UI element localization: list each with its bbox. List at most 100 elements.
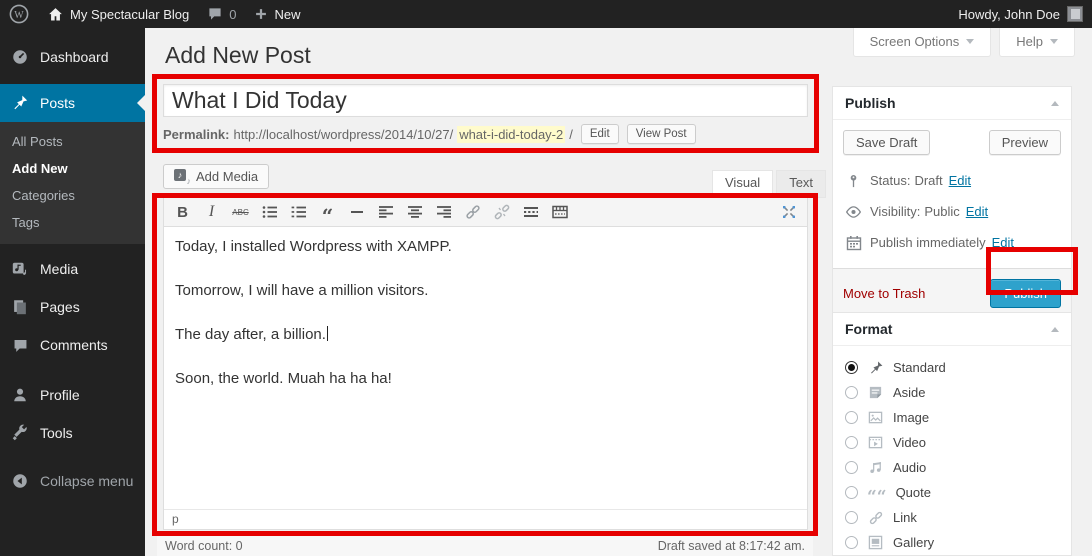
user-avatar[interactable] <box>1067 6 1083 22</box>
tab-text[interactable]: Text <box>776 170 826 198</box>
format-label[interactable]: Link <box>893 510 917 525</box>
radio-checked[interactable] <box>845 361 858 374</box>
align-left-button[interactable] <box>373 201 398 224</box>
move-to-trash-link[interactable]: Move to Trash <box>843 286 925 301</box>
insert-link-button[interactable] <box>460 201 485 224</box>
radio-unchecked[interactable] <box>845 461 858 474</box>
sidebar-item-add-new[interactable]: Add New <box>0 155 145 182</box>
eye-icon <box>845 203 862 220</box>
sidebar-item-dashboard[interactable]: Dashboard <box>0 38 145 76</box>
howdy-text[interactable]: Howdy, John Doe <box>958 7 1060 22</box>
radio-unchecked[interactable] <box>845 411 858 424</box>
format-option-standard[interactable]: Standard <box>845 355 1059 380</box>
edit-visibility-link[interactable]: Edit <box>966 204 988 219</box>
format-label[interactable]: Quote <box>896 485 931 500</box>
format-panel-header[interactable]: Format <box>833 313 1071 346</box>
bold-button[interactable]: B <box>170 201 195 224</box>
sidebar-item-label: Profile <box>40 387 80 403</box>
sidebar-item-profile[interactable]: Profile <box>0 376 145 414</box>
horizontal-rule-button[interactable] <box>344 201 369 224</box>
sidebar-item-tools[interactable]: Tools <box>0 414 145 452</box>
publish-actions-footer: Move to Trash Publish <box>833 268 1071 318</box>
strikethrough-button[interactable]: ABC <box>228 201 253 224</box>
site-name-menu[interactable]: My Spectacular Blog <box>38 0 198 28</box>
format-option-gallery[interactable]: Gallery <box>845 530 1059 555</box>
toolbar-toggle-button[interactable] <box>547 201 572 224</box>
sidebar-item-categories[interactable]: Categories <box>0 182 145 209</box>
post-title-input[interactable] <box>163 84 808 117</box>
home-icon <box>47 6 64 23</box>
editor-content-area[interactable]: Today, I installed Wordpress with XAMPP.… <box>164 227 807 509</box>
pages-icon <box>10 297 30 317</box>
format-option-audio[interactable]: Audio <box>845 455 1059 480</box>
radio-unchecked[interactable] <box>845 386 858 399</box>
save-draft-button[interactable]: Save Draft <box>843 130 930 155</box>
sidebar-item-label: Comments <box>40 337 108 353</box>
format-label[interactable]: Standard <box>893 360 946 375</box>
permalink-edit-button[interactable]: Edit <box>581 124 619 144</box>
screen-options-tab[interactable]: Screen Options <box>853 28 992 57</box>
video-icon <box>867 434 884 451</box>
format-label[interactable]: Video <box>893 435 926 450</box>
format-label[interactable]: Audio <box>893 460 926 475</box>
align-center-button[interactable] <box>402 201 427 224</box>
view-post-button[interactable]: View Post <box>627 124 696 144</box>
media-icon <box>10 259 30 279</box>
bulleted-list-button[interactable] <box>257 201 282 224</box>
status-row: Status: Draft Edit <box>843 165 1061 196</box>
italic-button[interactable]: I <box>199 201 224 224</box>
collapse-menu-button[interactable]: Collapse menu <box>0 462 145 500</box>
aside-note-icon <box>867 384 884 401</box>
numbered-list-button[interactable] <box>286 201 311 224</box>
screen-meta-links: Screen Options Help <box>853 28 1075 57</box>
word-count: Word count: 0 <box>165 539 243 553</box>
radio-unchecked[interactable] <box>845 486 858 499</box>
format-option-image[interactable]: Image <box>845 405 1059 430</box>
sidebar-item-pages[interactable]: Pages <box>0 288 145 326</box>
blockquote-button[interactable]: “ <box>315 201 340 224</box>
sidebar-item-all-posts[interactable]: All Posts <box>0 128 145 155</box>
sidebar-item-posts[interactable]: Posts <box>0 84 145 122</box>
format-label[interactable]: Aside <box>893 385 926 400</box>
pushpin-icon <box>10 93 30 113</box>
wordpress-logo[interactable]: W <box>0 0 38 28</box>
radio-unchecked[interactable] <box>845 536 858 549</box>
sidebar-item-tags[interactable]: Tags <box>0 209 145 236</box>
panel-toggle-icon[interactable] <box>1051 101 1059 106</box>
distraction-free-button[interactable] <box>776 201 801 224</box>
publish-button[interactable]: Publish <box>990 279 1061 308</box>
format-label[interactable]: Image <box>893 410 929 425</box>
format-option-quote[interactable]: ““ Quote <box>845 480 1059 505</box>
format-label[interactable]: Gallery <box>893 535 934 550</box>
radio-unchecked[interactable] <box>845 511 858 524</box>
add-media-icon: ♪♪ <box>174 169 190 184</box>
sidebar-item-media[interactable]: Media <box>0 250 145 288</box>
comments-bubble-menu[interactable]: 0 <box>198 0 245 28</box>
schedule-text: Publish immediately <box>870 235 986 250</box>
edit-schedule-link[interactable]: Edit <box>992 235 1014 250</box>
format-option-aside[interactable]: Aside <box>845 380 1059 405</box>
help-label: Help <box>1016 34 1043 49</box>
sidebar-item-label: Media <box>40 261 78 277</box>
panel-toggle-icon[interactable] <box>1051 327 1059 332</box>
plus-icon <box>254 7 268 21</box>
new-content-menu[interactable]: New <box>245 0 309 28</box>
align-right-button[interactable] <box>431 201 456 224</box>
quote-icon: ““ <box>867 484 887 501</box>
autosave-message: Draft saved at 8:17:42 am. <box>658 539 805 553</box>
add-media-label: Add Media <box>196 169 258 184</box>
publish-panel-header[interactable]: Publish <box>833 87 1071 120</box>
post-status-icon <box>845 172 862 189</box>
more-tag-button[interactable] <box>518 201 543 224</box>
help-tab[interactable]: Help <box>999 28 1075 57</box>
tab-visual[interactable]: Visual <box>712 170 773 198</box>
format-option-video[interactable]: Video <box>845 430 1059 455</box>
edit-status-link[interactable]: Edit <box>949 173 971 188</box>
unlink-button[interactable] <box>489 201 514 224</box>
sidebar-item-comments[interactable]: Comments <box>0 326 145 364</box>
radio-unchecked[interactable] <box>845 436 858 449</box>
format-option-link[interactable]: Link <box>845 505 1059 530</box>
add-media-button[interactable]: ♪♪ Add Media <box>163 164 269 189</box>
wordpress-logo-icon: W <box>9 4 29 24</box>
preview-button[interactable]: Preview <box>989 130 1061 155</box>
